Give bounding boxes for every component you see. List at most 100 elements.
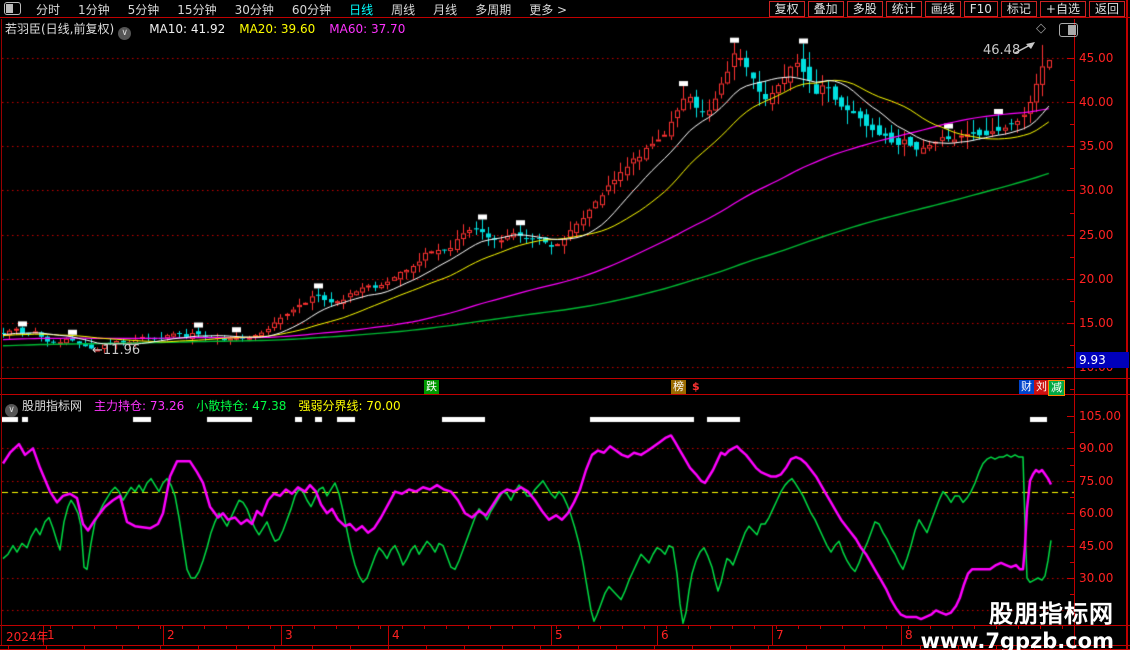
price-axis-label: 35.00: [1079, 139, 1125, 153]
week-tick: [710, 625, 711, 629]
week-tick: [72, 625, 73, 629]
divider-top-line: [0, 378, 1130, 379]
indicator-canvas[interactable]: [2, 395, 1074, 625]
week-tick: [490, 625, 491, 629]
price-axis-label: 45.00: [1079, 51, 1125, 65]
axis-left-border: [1074, 19, 1075, 645]
month-label: 4: [392, 628, 400, 642]
indicator-header: ∨股朋指标网主力持仓: 73.26小散持仓: 47.38强弱分界线: 70.00: [5, 397, 401, 412]
month-boundary-line: [901, 625, 902, 645]
toolbar-buttons: 复权叠加多股统计画线F10标记+自选返回: [769, 1, 1125, 17]
panel-layout-icon[interactable]: [1059, 23, 1078, 37]
month-boundary-line: [551, 625, 552, 645]
indicator-axis-label: 105.00: [1079, 409, 1125, 423]
toolbar-button[interactable]: 统计: [886, 1, 922, 17]
high-arrow-icon: [1013, 38, 1039, 56]
price-axis-label: 15.00: [1079, 316, 1125, 330]
price-axis-label: 30.00: [1079, 183, 1125, 197]
period-tab[interactable]: 多周期: [466, 3, 520, 17]
month-boundary-line: [772, 625, 773, 645]
month-label: 3: [285, 628, 293, 642]
toolbar-button[interactable]: 画线: [925, 1, 961, 17]
period-tab[interactable]: 1分钟: [69, 3, 119, 17]
week-tick: [94, 625, 95, 629]
menubar-divider: [0, 17, 1130, 18]
indicator-legend-item: 小散持仓: 47.38: [196, 399, 286, 413]
week-tick: [358, 625, 359, 629]
week-tick: [380, 625, 381, 629]
window-layout-icon[interactable]: [4, 2, 21, 15]
period-tab[interactable]: 5分钟: [119, 3, 169, 17]
price-axis-label: 25.00: [1079, 228, 1125, 242]
toolbar-button[interactable]: +自选: [1040, 1, 1086, 17]
week-tick: [842, 625, 843, 629]
watermark-url: www.7gpzb.com: [920, 629, 1114, 650]
divider-badge[interactable]: 榜: [671, 380, 686, 394]
week-tick: [204, 625, 205, 629]
divider-badge[interactable]: 减: [1048, 380, 1065, 396]
divider-badge[interactable]: $: [690, 380, 702, 394]
period-tab[interactable]: 更多 >: [520, 3, 576, 17]
month-boundary-line: [388, 625, 389, 645]
period-tab[interactable]: 60分钟: [283, 3, 340, 17]
watermark-site-name: 股朋指标网: [920, 594, 1114, 629]
week-tick: [270, 625, 271, 629]
week-tick: [336, 625, 337, 629]
toolbar-button[interactable]: 返回: [1089, 1, 1125, 17]
week-tick: [820, 625, 821, 629]
period-tabs: 分时1分钟5分钟15分钟30分钟60分钟日线周线月线多周期更多 >: [27, 0, 576, 19]
week-tick: [864, 625, 865, 629]
month-label: 7: [776, 628, 784, 642]
month-label: 8: [905, 628, 913, 642]
week-tick: [798, 625, 799, 629]
period-tab[interactable]: 15分钟: [168, 3, 225, 17]
divider-badge[interactable]: 财: [1019, 380, 1034, 394]
month-label: 1: [47, 628, 55, 642]
period-tab[interactable]: 日线: [340, 3, 382, 17]
month-boundary-line: [281, 625, 282, 645]
week-tick: [754, 625, 755, 629]
toolbar-button[interactable]: 叠加: [808, 1, 844, 17]
stock-app-window: 分时1分钟5分钟15分钟30分钟60分钟日线周线月线多周期更多 > 复权叠加多股…: [0, 0, 1130, 650]
period-tab[interactable]: 30分钟: [226, 3, 283, 17]
year-label: 2024年: [6, 628, 49, 645]
period-menubar: 分时1分钟5分钟15分钟30分钟60分钟日线周线月线多周期更多 > 复权叠加多股…: [0, 0, 1130, 17]
week-tick: [314, 625, 315, 629]
main-chart-canvas[interactable]: [2, 19, 1074, 378]
toolbar-button[interactable]: 多股: [847, 1, 883, 17]
week-tick: [534, 625, 535, 629]
month-boundary-line: [657, 625, 658, 645]
chevron-down-icon[interactable]: ∨: [5, 404, 18, 417]
toolbar-button[interactable]: 复权: [769, 1, 805, 17]
week-tick: [446, 625, 447, 629]
period-tab[interactable]: 分时: [27, 3, 69, 17]
week-tick: [182, 625, 183, 629]
indicator-axis-label: 75.00: [1079, 474, 1125, 488]
divider-badge[interactable]: 刘: [1034, 380, 1049, 394]
toolbar-button[interactable]: 标记: [1001, 1, 1037, 17]
price-axis-label: 40.00: [1079, 95, 1125, 109]
week-tick: [468, 625, 469, 629]
indicator-legend: 主力持仓: 73.26小散持仓: 47.38强弱分界线: 70.00: [82, 399, 401, 413]
period-tab[interactable]: 周线: [382, 3, 424, 17]
month-label: 6: [661, 628, 669, 642]
low-price-label: 11.96: [103, 343, 140, 358]
week-tick: [116, 625, 117, 629]
indicator-title: 股朋指标网: [22, 399, 82, 413]
week-tick: [644, 625, 645, 629]
diamond-outline-icon[interactable]: ◇: [1036, 21, 1046, 36]
low-price-annotation: ←11.96: [92, 343, 140, 358]
week-tick: [226, 625, 227, 629]
indicator-axis-label: 45.00: [1079, 539, 1125, 553]
price-axis-label: 20.00: [1079, 272, 1125, 286]
current-price-box: 9.93: [1076, 352, 1129, 368]
indicator-legend-item: 强弱分界线: 70.00: [298, 399, 400, 413]
month-label: 5: [555, 628, 563, 642]
toolbar-button[interactable]: F10: [964, 1, 998, 17]
period-tab[interactable]: 月线: [424, 3, 466, 17]
plot-left-border: [1, 19, 2, 645]
week-tick: [886, 625, 887, 629]
site-watermark: 股朋指标网 www.7gpzb.com: [920, 594, 1114, 650]
divider-badge[interactable]: 跌: [424, 380, 439, 394]
week-tick: [622, 625, 623, 629]
